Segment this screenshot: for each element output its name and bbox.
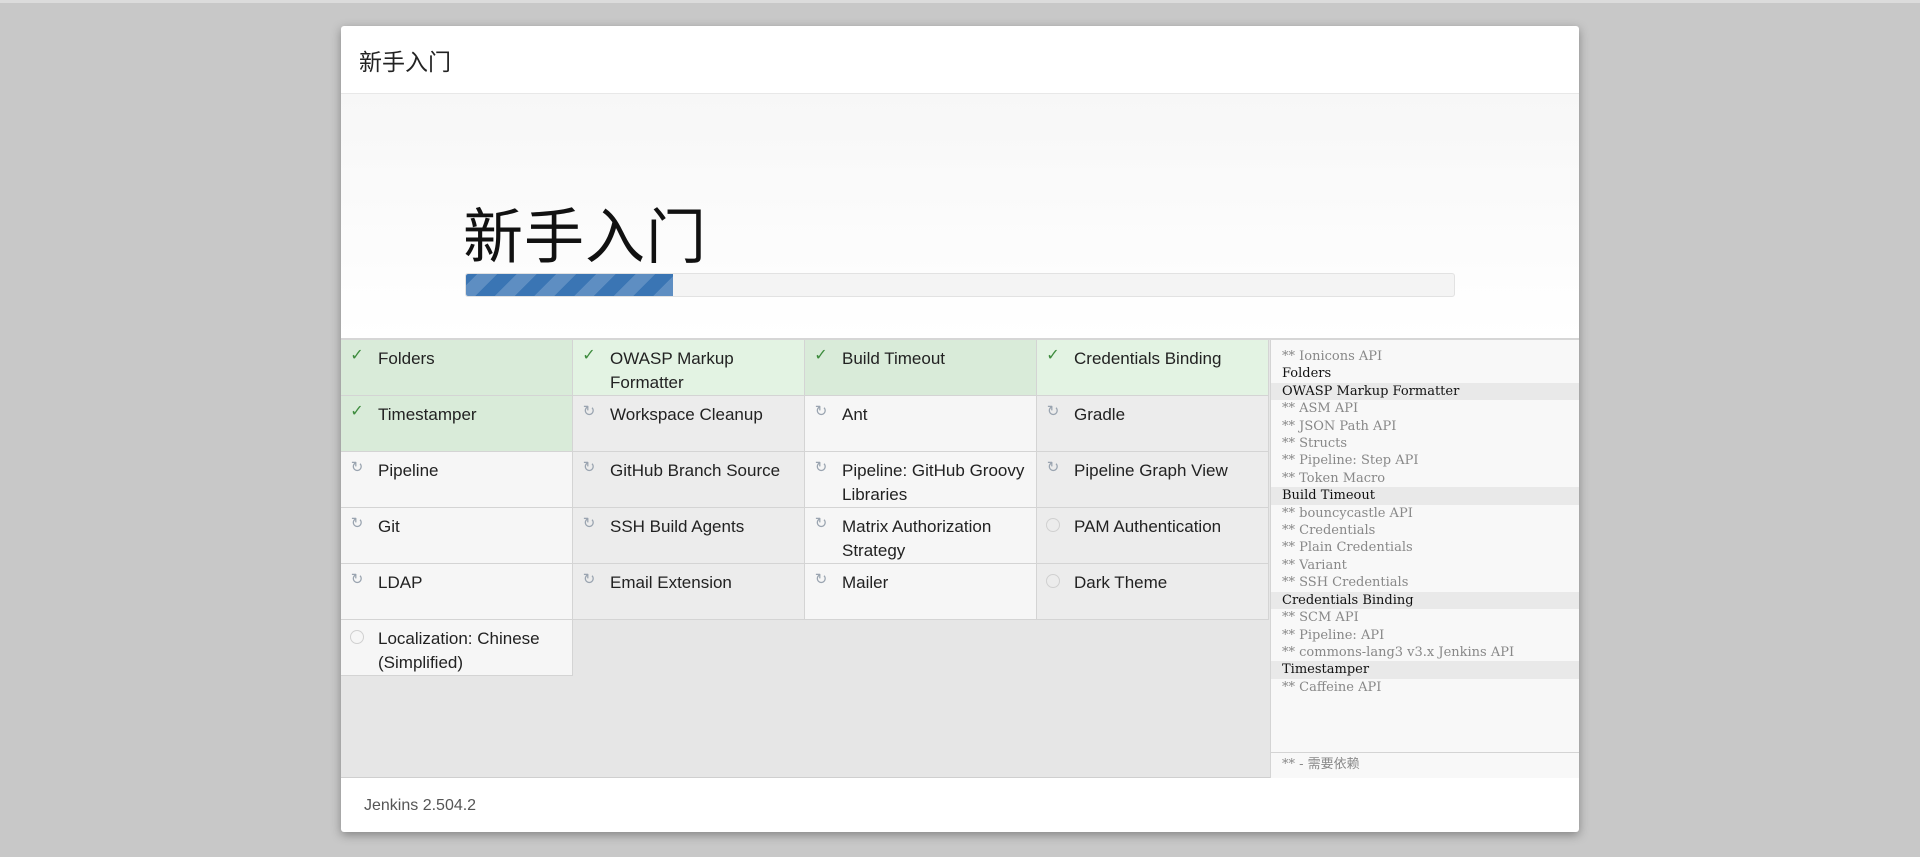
check-icon: ✓ <box>582 347 596 364</box>
plugin-name: Folders <box>378 349 435 368</box>
refresh-icon: ↻ <box>582 515 596 532</box>
check-icon: ✓ <box>350 403 364 420</box>
refresh-icon: ↻ <box>1046 403 1060 420</box>
plugin-item: Localization: Chinese (Simplified) <box>341 620 573 676</box>
log-line-plugin: Credentials Binding <box>1271 591 1579 610</box>
refresh-icon: ↻ <box>814 571 828 588</box>
plugin-name: Dark Theme <box>1074 573 1168 592</box>
refresh-icon: ↻ <box>350 459 364 476</box>
plugin-item: ↻ Email Extension <box>573 564 805 620</box>
refresh-icon: ↻ <box>814 403 828 420</box>
install-log-lines: ** Ionicons API Folders OWASP Markup Forma… <box>1271 340 1579 696</box>
log-line-dependency: ** SSH Credentials <box>1282 575 1409 591</box>
plugin-name: Credentials Binding <box>1074 349 1222 368</box>
log-line-dependency: ** SCM API <box>1282 610 1359 626</box>
install-progress-fill <box>466 274 674 296</box>
refresh-icon: ↻ <box>350 515 364 532</box>
refresh-icon: ↻ <box>350 571 364 588</box>
plugin-name: Matrix Authorization Strategy <box>842 517 992 560</box>
log-line-dependency: ** Caffeine API <box>1282 679 1382 695</box>
plugin-item: ✓ Folders <box>341 340 573 396</box>
plugin-name: Localization: Chinese (Simplified) <box>378 629 540 672</box>
check-icon: ✓ <box>350 347 364 364</box>
plugin-item: ✓ Timestamper <box>341 396 573 452</box>
plugin-name: PAM Authentication <box>1074 517 1222 536</box>
log-line-dependency: ** Variant <box>1282 557 1347 573</box>
plugin-name: Gradle <box>1074 405 1126 424</box>
plugin-name: Build Timeout <box>842 349 945 368</box>
log-legend: ** - 需要依赖 <box>1271 752 1579 778</box>
plugin-name: Git <box>378 517 400 536</box>
plugin-item: Dark Theme <box>1037 564 1269 620</box>
install-progress-bar <box>465 273 1455 297</box>
plugin-name: LDAP <box>378 573 423 592</box>
plugin-item: ↻ Pipeline <box>341 452 573 508</box>
log-line-dependency: ** Structs <box>1282 436 1348 452</box>
plugin-item: ↻ Git <box>341 508 573 564</box>
plugin-name: Workspace Cleanup <box>610 405 763 424</box>
dialog-header: 新手入门 <box>341 26 1579 94</box>
plugin-item: PAM Authentication <box>1037 508 1269 564</box>
plugin-item: ↻ SSH Build Agents <box>573 508 805 564</box>
hero-section: 新手入门 <box>341 94 1579 340</box>
plugin-item: ✓ Credentials Binding <box>1037 340 1269 396</box>
pending-circle-icon <box>1046 518 1060 532</box>
plugin-name: SSH Build Agents <box>610 517 745 536</box>
log-line-dependency: ** commons-lang3 v3.x Jenkins API <box>1282 644 1515 660</box>
log-line-plugin: Folders <box>1282 366 1332 382</box>
dialog-title: 新手入门 <box>359 49 451 76</box>
dialog-footer: Jenkins 2.504.2 <box>341 779 1579 832</box>
plugin-name: Email Extension <box>610 573 732 592</box>
log-line-dependency: ** Credentials <box>1282 523 1376 539</box>
refresh-icon: ↻ <box>814 515 828 532</box>
log-line-dependency: ** Token Macro <box>1282 470 1386 486</box>
install-area: ✓ Folders ✓ OWASP Markup Formatter ✓ Build Ti… <box>341 340 1579 778</box>
check-icon: ✓ <box>1046 347 1060 364</box>
refresh-icon: ↻ <box>582 459 596 476</box>
plugin-item: ↻ Mailer <box>805 564 1037 620</box>
plugin-name: Mailer <box>842 573 889 592</box>
log-line-dependency: ** JSON Path API <box>1282 418 1397 434</box>
jenkins-version: Jenkins 2.504.2 <box>364 796 477 814</box>
plugin-item: ↻ Pipeline Graph View <box>1037 452 1269 508</box>
plugin-name: Pipeline Graph View <box>1074 461 1228 480</box>
window-top-edge <box>0 0 1920 3</box>
refresh-icon: ↻ <box>1046 459 1060 476</box>
log-line-dependency: ** ASM API <box>1282 401 1359 417</box>
log-line-plugin: Build Timeout <box>1271 487 1579 505</box>
refresh-icon: ↻ <box>582 403 596 420</box>
plugin-name: Pipeline: GitHub Groovy Libraries <box>842 461 1025 504</box>
plugin-grid: ✓ Folders ✓ OWASP Markup Formatter ✓ Build Ti… <box>341 340 1270 676</box>
plugin-item: ↻ Gradle <box>1037 396 1269 452</box>
log-line-plugin: OWASP Markup Formatter <box>1271 382 1579 401</box>
log-line-dependency: ** bouncycastle API <box>1282 505 1413 521</box>
refresh-icon: ↻ <box>814 459 828 476</box>
log-line-dependency: ** Ionicons API <box>1282 349 1383 364</box>
refresh-icon: ↻ <box>582 571 596 588</box>
hero-title: 新手入门 <box>463 203 707 273</box>
plugin-item: ↻ Pipeline: GitHub Groovy Libraries <box>805 452 1037 508</box>
pending-circle-icon <box>1046 574 1060 588</box>
log-line-dependency: ** Plain Credentials <box>1282 540 1413 556</box>
log-line-dependency: ** Pipeline: Step API <box>1282 453 1419 469</box>
setup-wizard-dialog: 新手入门 新手入门 ✓ Folders ✓ OWASP Markup Formatte… <box>341 26 1579 832</box>
plugin-name: Ant <box>842 405 868 424</box>
pending-circle-icon <box>350 630 364 644</box>
install-log-panel[interactable]: ** Ionicons API Folders OWASP Markup Forma… <box>1270 340 1579 778</box>
plugin-name: Pipeline <box>378 461 439 480</box>
plugin-name: GitHub Branch Source <box>610 461 781 480</box>
plugin-item: ↻ GitHub Branch Source <box>573 452 805 508</box>
check-icon: ✓ <box>814 347 828 364</box>
plugin-item: ✓ OWASP Markup Formatter <box>573 340 805 396</box>
plugin-item: ✓ Build Timeout <box>805 340 1037 396</box>
plugin-name: OWASP Markup Formatter <box>610 349 734 392</box>
log-line-plugin: Timestamper <box>1271 661 1579 679</box>
plugin-item: ↻ Ant <box>805 396 1037 452</box>
log-line-dependency: ** Pipeline: API <box>1282 627 1385 643</box>
plugin-name: Timestamper <box>378 405 477 424</box>
plugin-item: ↻ Workspace Cleanup <box>573 396 805 452</box>
plugin-item: ↻ LDAP <box>341 564 573 620</box>
plugin-item: ↻ Matrix Authorization Strategy <box>805 508 1037 564</box>
